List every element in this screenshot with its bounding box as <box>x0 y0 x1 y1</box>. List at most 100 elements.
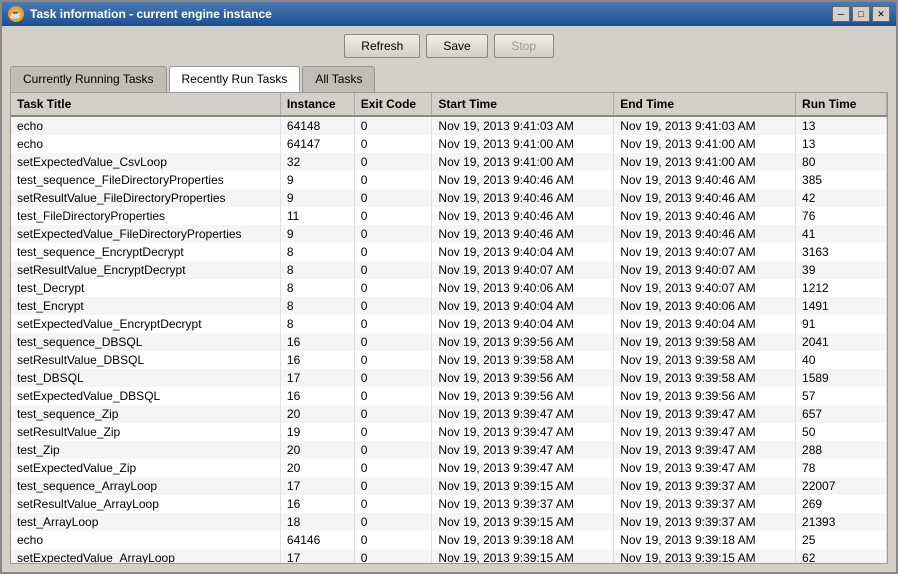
header-exit-code: Exit Code <box>354 93 432 116</box>
table-cell: 20 <box>280 441 354 459</box>
table-cell: setResultValue_EncryptDecrypt <box>11 261 280 279</box>
table-body: echo641480Nov 19, 2013 9:41:03 AMNov 19,… <box>11 116 887 563</box>
table-cell: 0 <box>354 495 432 513</box>
table-cell: 0 <box>354 297 432 315</box>
table-cell: Nov 19, 2013 9:39:15 AM <box>432 513 614 531</box>
table-row: echo641480Nov 19, 2013 9:41:03 AMNov 19,… <box>11 116 887 135</box>
stop-button[interactable]: Stop <box>494 34 554 58</box>
table-cell: test_FileDirectoryProperties <box>11 207 280 225</box>
table-cell: 17 <box>280 549 354 563</box>
table-row: test_Decrypt80Nov 19, 2013 9:40:06 AMNov… <box>11 279 887 297</box>
table-cell: setResultValue_Zip <box>11 423 280 441</box>
table-cell: test_sequence_DBSQL <box>11 333 280 351</box>
header-instance: Instance <box>280 93 354 116</box>
table-cell: test_sequence_FileDirectoryProperties <box>11 171 280 189</box>
table-cell: 0 <box>354 279 432 297</box>
table-cell: 42 <box>796 189 887 207</box>
table-cell: Nov 19, 2013 9:41:03 AM <box>614 116 796 135</box>
save-button[interactable]: Save <box>426 34 487 58</box>
table-cell: 8 <box>280 243 354 261</box>
table-container[interactable]: Task Title Instance Exit Code Start Time… <box>11 93 887 563</box>
table-cell: Nov 19, 2013 9:39:58 AM <box>614 333 796 351</box>
table-cell: Nov 19, 2013 9:40:46 AM <box>614 189 796 207</box>
table-row: test_DBSQL170Nov 19, 2013 9:39:56 AMNov … <box>11 369 887 387</box>
table-cell: 64148 <box>280 116 354 135</box>
table-cell: 1491 <box>796 297 887 315</box>
table-row: setExpectedValue_FileDirectoryProperties… <box>11 225 887 243</box>
minimize-button[interactable]: ─ <box>832 6 850 22</box>
table-cell: 17 <box>280 369 354 387</box>
table-row: setResultValue_EncryptDecrypt80Nov 19, 2… <box>11 261 887 279</box>
table-cell: 2041 <box>796 333 887 351</box>
table-cell: test_sequence_Zip <box>11 405 280 423</box>
table-cell: 1212 <box>796 279 887 297</box>
table-cell: Nov 19, 2013 9:40:06 AM <box>614 297 796 315</box>
table-cell: 0 <box>354 513 432 531</box>
table-row: test_Zip200Nov 19, 2013 9:39:47 AMNov 19… <box>11 441 887 459</box>
table-cell: 0 <box>354 225 432 243</box>
table-cell: 64146 <box>280 531 354 549</box>
table-cell: Nov 19, 2013 9:40:46 AM <box>614 207 796 225</box>
table-cell: 269 <box>796 495 887 513</box>
table-cell: 0 <box>354 189 432 207</box>
table-cell: Nov 19, 2013 9:40:04 AM <box>614 315 796 333</box>
table-cell: 20 <box>280 459 354 477</box>
table-cell: Nov 19, 2013 9:41:00 AM <box>432 153 614 171</box>
table-row: test_ArrayLoop180Nov 19, 2013 9:39:15 AM… <box>11 513 887 531</box>
table-cell: 0 <box>354 243 432 261</box>
table-cell: Nov 19, 2013 9:39:56 AM <box>614 387 796 405</box>
table-row: test_sequence_ArrayLoop170Nov 19, 2013 9… <box>11 477 887 495</box>
table-cell: Nov 19, 2013 9:39:18 AM <box>614 531 796 549</box>
table-cell: 0 <box>354 531 432 549</box>
toolbar: Refresh Save Stop <box>2 26 896 66</box>
header-start-time: Start Time <box>432 93 614 116</box>
table-cell: 9 <box>280 171 354 189</box>
table-cell: Nov 19, 2013 9:40:04 AM <box>432 297 614 315</box>
table-cell: Nov 19, 2013 9:40:06 AM <box>432 279 614 297</box>
table-cell: 18 <box>280 513 354 531</box>
table-cell: 288 <box>796 441 887 459</box>
table-cell: 385 <box>796 171 887 189</box>
table-cell: Nov 19, 2013 9:39:15 AM <box>432 549 614 563</box>
table-cell: 91 <box>796 315 887 333</box>
table-cell: Nov 19, 2013 9:40:46 AM <box>432 225 614 243</box>
refresh-button[interactable]: Refresh <box>344 34 420 58</box>
table-cell: 0 <box>354 549 432 563</box>
table-cell: 20 <box>280 405 354 423</box>
table-cell: 19 <box>280 423 354 441</box>
table-cell: 0 <box>354 333 432 351</box>
tab-currently-running[interactable]: Currently Running Tasks <box>10 66 167 92</box>
header-run-time: Run Time <box>796 93 887 116</box>
table-cell: Nov 19, 2013 9:40:04 AM <box>432 243 614 261</box>
title-bar: ☕ Task information - current engine inst… <box>2 2 896 26</box>
table-row: setResultValue_ArrayLoop160Nov 19, 2013 … <box>11 495 887 513</box>
table-cell: Nov 19, 2013 9:41:00 AM <box>614 153 796 171</box>
table-cell: Nov 19, 2013 9:41:03 AM <box>432 116 614 135</box>
maximize-button[interactable]: □ <box>852 6 870 22</box>
tab-recently-run[interactable]: Recently Run Tasks <box>169 66 301 92</box>
table-cell: Nov 19, 2013 9:39:58 AM <box>614 369 796 387</box>
table-cell: 80 <box>796 153 887 171</box>
table-cell: 3163 <box>796 243 887 261</box>
app-icon: ☕ <box>8 6 24 22</box>
tab-bar: Currently Running Tasks Recently Run Tas… <box>2 66 896 92</box>
table-cell: test_sequence_ArrayLoop <box>11 477 280 495</box>
main-window: ☕ Task information - current engine inst… <box>0 0 898 574</box>
table-cell: Nov 19, 2013 9:39:18 AM <box>432 531 614 549</box>
tab-all-tasks[interactable]: All Tasks <box>302 66 375 92</box>
table-row: echo641470Nov 19, 2013 9:41:00 AMNov 19,… <box>11 135 887 153</box>
table-cell: test_sequence_EncryptDecrypt <box>11 243 280 261</box>
table-cell: echo <box>11 135 280 153</box>
table-cell: 50 <box>796 423 887 441</box>
table-cell: 1589 <box>796 369 887 387</box>
table-cell: setExpectedValue_EncryptDecrypt <box>11 315 280 333</box>
table-cell: echo <box>11 116 280 135</box>
close-button[interactable]: ✕ <box>872 6 890 22</box>
header-end-time: End Time <box>614 93 796 116</box>
table-cell: Nov 19, 2013 9:40:07 AM <box>614 279 796 297</box>
table-cell: 32 <box>280 153 354 171</box>
table-cell: setResultValue_ArrayLoop <box>11 495 280 513</box>
table-cell: Nov 19, 2013 9:39:47 AM <box>614 405 796 423</box>
table-cell: echo <box>11 531 280 549</box>
table-cell: Nov 19, 2013 9:40:07 AM <box>614 243 796 261</box>
